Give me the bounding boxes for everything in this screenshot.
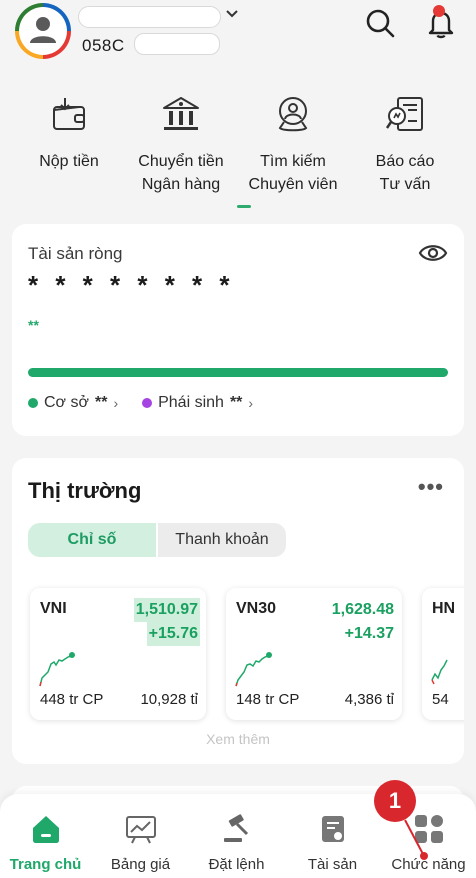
search-advisor-icon bbox=[278, 97, 308, 132]
bank-icon bbox=[163, 97, 199, 130]
masked-account-suffix bbox=[134, 33, 220, 55]
quick-action-advisory-report[interactable]: Báo cáo Tư vấn bbox=[346, 92, 464, 196]
allocation-legend: Cơ sở ** › Phái sinh ** › bbox=[28, 394, 277, 412]
allocation-bar bbox=[28, 368, 448, 377]
net-worth-change: ** bbox=[28, 317, 39, 333]
index-volume: 54 bbox=[432, 691, 449, 708]
grid-functions-icon bbox=[414, 815, 443, 843]
sparkline-icon bbox=[431, 659, 448, 685]
nav-price-board[interactable]: Bảng giá bbox=[93, 812, 188, 873]
market-card: Thị trường ••• Chỉ số Thanh khoản VNI 1,… bbox=[12, 458, 464, 764]
index-price: 1,628.48 bbox=[331, 601, 394, 618]
eye-icon[interactable] bbox=[418, 242, 448, 264]
legend-base[interactable]: Cơ sở ** › bbox=[28, 394, 118, 412]
legend-derivative[interactable]: Phái sinh ** › bbox=[142, 394, 253, 412]
chevron-down-icon[interactable] bbox=[226, 9, 238, 19]
nav-place-order[interactable]: Đặt lệnh bbox=[189, 812, 284, 873]
more-options-button[interactable]: ••• bbox=[418, 474, 444, 500]
app-header: 058C bbox=[0, 0, 476, 62]
index-change: +14.37 bbox=[344, 625, 394, 642]
nav-assets[interactable]: Tài sản bbox=[285, 812, 380, 873]
net-worth-card: Tài sản ròng * * * * * * * * ** Cơ sở **… bbox=[12, 224, 464, 436]
tab-index[interactable]: Chỉ số bbox=[28, 523, 156, 557]
sparkline-icon bbox=[39, 652, 75, 687]
carousel-indicator bbox=[237, 205, 251, 208]
quick-action-find-advisor[interactable]: Tìm kiếm Chuyên viên bbox=[234, 92, 352, 196]
index-card-hnx[interactable]: HN 54 bbox=[422, 588, 464, 720]
index-card-vni[interactable]: VNI 1,510.97 +15.76 448 tr CP 10,928 tỉ bbox=[30, 588, 206, 720]
index-change: +15.76 bbox=[146, 622, 200, 646]
net-worth-title: Tài sản ròng bbox=[28, 244, 123, 263]
notification-dot bbox=[433, 5, 445, 17]
assets-icon bbox=[321, 816, 344, 842]
index-value: 10,928 tỉ bbox=[140, 691, 198, 708]
wallet-deposit-icon bbox=[53, 98, 85, 130]
masked-account-name bbox=[78, 6, 221, 28]
see-more-link[interactable]: Xem thêm bbox=[12, 731, 464, 747]
chevron-right-icon: › bbox=[248, 395, 254, 411]
nav-home[interactable]: Trang chủ bbox=[0, 812, 93, 873]
market-title: Thị trường bbox=[28, 478, 142, 503]
index-card-vn30[interactable]: VN30 1,628.48 +14.37 148 tr CP 4,386 tỉ bbox=[226, 588, 402, 720]
search-icon[interactable] bbox=[364, 7, 396, 39]
report-icon bbox=[385, 97, 423, 131]
gavel-order-icon bbox=[223, 814, 248, 842]
account-number: 058C bbox=[82, 36, 125, 55]
quick-action-bank-transfer[interactable]: Chuyển tiền Ngân hàng bbox=[122, 92, 240, 196]
home-icon bbox=[32, 816, 59, 843]
price-board-icon bbox=[125, 816, 156, 844]
index-value: 4,386 tỉ bbox=[344, 691, 394, 708]
user-avatar-icon[interactable] bbox=[15, 3, 71, 59]
chevron-right-icon: › bbox=[113, 395, 119, 411]
tab-liquidity[interactable]: Thanh khoản bbox=[158, 523, 286, 557]
index-volume: 148 tr CP bbox=[236, 691, 300, 708]
net-worth-value: * * * * * * * * bbox=[28, 270, 235, 300]
index-volume: 448 tr CP bbox=[40, 691, 104, 708]
sparkline-icon bbox=[235, 652, 272, 687]
quick-action-deposit[interactable]: Nộp tiền bbox=[10, 92, 128, 173]
index-price: 1,510.97 bbox=[133, 598, 200, 622]
annotation-badge: 1 bbox=[374, 780, 416, 822]
